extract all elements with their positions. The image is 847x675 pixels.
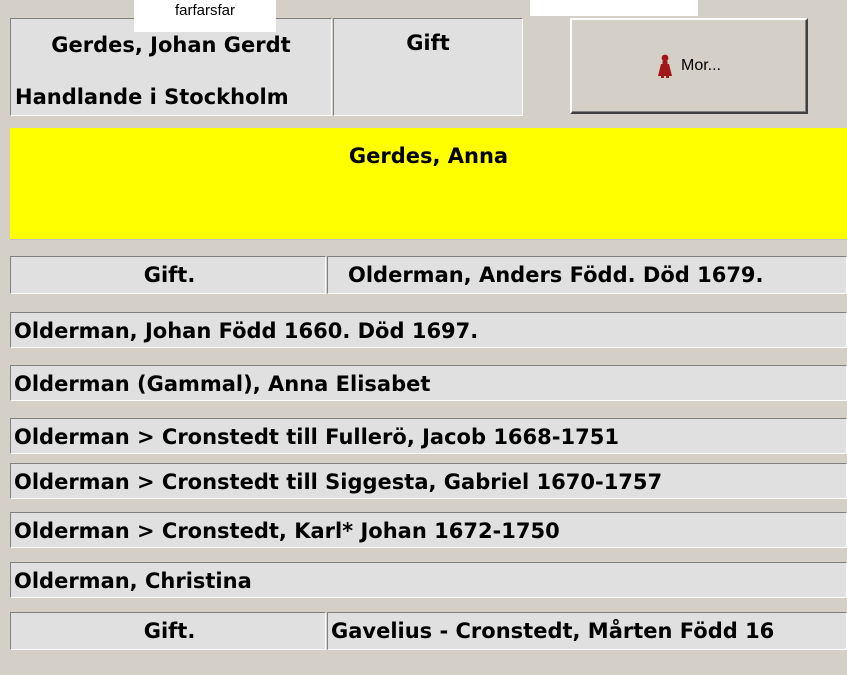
child-row[interactable]: Olderman, Johan Född 1660. Död 1697.: [10, 312, 847, 348]
marriage-status-cell: Gift: [333, 18, 523, 116]
marriage-status-label: Gift: [406, 31, 450, 55]
mother-button-label: Mor...: [680, 57, 721, 74]
selected-person-panel[interactable]: Gerdes, Anna: [10, 128, 847, 240]
selected-person-name: Gerdes, Anna: [348, 144, 509, 168]
female-figure-icon: [657, 54, 673, 78]
child-row[interactable]: Olderman > Cronstedt till Siggesta, Gabr…: [10, 463, 847, 499]
child-row[interactable]: Olderman, Christina: [10, 562, 847, 598]
tooltip-blank: [530, 0, 698, 16]
spouse-1-name[interactable]: Olderman, Anders Född. Död 1679.: [327, 256, 847, 294]
spouse-1-relation: Gift.: [10, 256, 326, 294]
tooltip-farfarsfar: farfarsfar: [134, 0, 276, 32]
spouse-2-name[interactable]: Gavelius - Cronstedt, Mårten Född 16: [327, 612, 847, 650]
father-name: Gerdes, Johan Gerdt: [51, 33, 291, 57]
father-title: Handlande i Stockholm: [15, 85, 289, 109]
father-cell[interactable]: Gerdes, Johan Gerdt Handlande i Stockhol…: [10, 18, 332, 116]
child-row[interactable]: Olderman > Cronstedt till Fullerö, Jacob…: [10, 418, 847, 454]
mother-button[interactable]: Mor...: [570, 18, 808, 114]
spouse-2-relation: Gift.: [10, 612, 326, 650]
family-view: Gerdes, Johan Gerdt Handlande i Stockhol…: [0, 0, 847, 675]
child-row[interactable]: Olderman > Cronstedt, Karl* Johan 1672-1…: [10, 512, 847, 548]
child-row[interactable]: Olderman (Gammal), Anna Elisabet: [10, 365, 847, 401]
